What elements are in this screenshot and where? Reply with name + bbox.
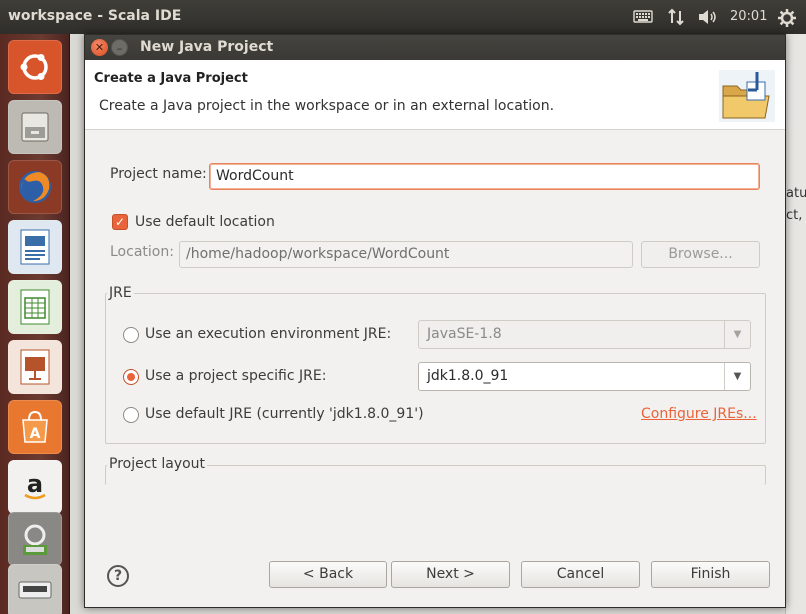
impress-icon[interactable] [8,340,62,394]
default-jre-label[interactable]: Use default JRE (currently 'jdk1.8.0_91'… [145,406,424,422]
default-jre-radio[interactable] [123,407,139,423]
amazon-icon[interactable]: a [8,460,62,514]
project-specific-jre-label[interactable]: Use a project specific JRE: [145,368,326,384]
launcher: A a [0,34,70,614]
gear-icon[interactable] [777,8,797,32]
cancel-button[interactable]: Cancel [521,561,640,588]
browse-button[interactable]: Browse... [641,241,760,268]
app-title: workspace - Scala IDE [8,8,182,24]
execution-environment-radio[interactable] [123,327,139,343]
minimize-icon[interactable]: – [111,39,128,56]
dialog-header: Create a Java Project Create a Java proj… [85,60,785,130]
files-icon[interactable] [8,100,62,154]
configure-jres-link[interactable]: Configure JREs... [641,406,757,422]
project-specific-jre-radio[interactable] [123,369,139,385]
chevron-down-icon: ▼ [724,321,750,348]
svg-text:A: A [30,426,41,442]
background-window-edge: atu ct, [785,34,806,614]
location-label: Location: [110,244,174,260]
new-java-project-dialog: ✕ – New Java Project Create a Java Proje… [84,34,786,608]
drive-icon[interactable] [8,564,62,614]
chevron-down-icon: ▼ [724,363,750,390]
background-text: ct, [786,208,803,223]
desktop: workspace - Scala IDE 20:01 atu ct, A a … [0,0,806,614]
network-icon[interactable] [667,8,685,30]
system-settings-icon[interactable] [8,512,62,566]
ubuntu-dash-icon[interactable] [8,40,62,94]
keyboard-icon[interactable] [633,8,653,28]
use-default-location-label[interactable]: Use default location [135,214,275,230]
writer-icon[interactable] [8,220,62,274]
background-text: atu [786,186,806,201]
location-input[interactable]: /home/hadoop/workspace/WordCount [179,241,633,268]
calc-icon[interactable] [8,280,62,334]
project-layout-title: Project layout [107,456,208,472]
dialog-titlebar[interactable]: ✕ – New Java Project [85,35,785,60]
execution-environment-value: JavaSE-1.8 [427,326,502,342]
jre-group-title: JRE [107,285,134,301]
next-button[interactable]: Next > [391,561,510,588]
svg-text:a: a [27,470,43,498]
execution-environment-label[interactable]: Use an execution environment JRE: [145,326,391,342]
header-description: Create a Java project in the workspace o… [99,98,555,114]
project-name-label: Project name: [110,166,207,182]
close-icon[interactable]: ✕ [91,39,108,56]
execution-environment-combo[interactable]: JavaSE-1.8 ▼ [418,320,751,349]
volume-icon[interactable] [697,8,719,30]
header-title: Create a Java Project [94,71,248,86]
new-project-folder-icon [717,68,777,124]
project-specific-jre-combo[interactable]: jdk1.8.0_91 ▼ [418,362,751,391]
finish-button[interactable]: Finish [651,561,770,588]
use-default-location-checkbox[interactable]: ✓ [112,214,128,230]
back-button[interactable]: < Back [269,561,387,588]
help-icon[interactable]: ? [107,565,129,587]
project-name-input[interactable]: WordCount [209,163,760,190]
clock[interactable]: 20:01 [730,9,767,24]
project-specific-jre-value: jdk1.8.0_91 [427,368,509,384]
firefox-icon[interactable] [8,160,62,214]
top-panel: workspace - Scala IDE 20:01 [0,0,806,34]
software-center-icon[interactable]: A [8,400,62,454]
dialog-title: New Java Project [140,39,274,55]
